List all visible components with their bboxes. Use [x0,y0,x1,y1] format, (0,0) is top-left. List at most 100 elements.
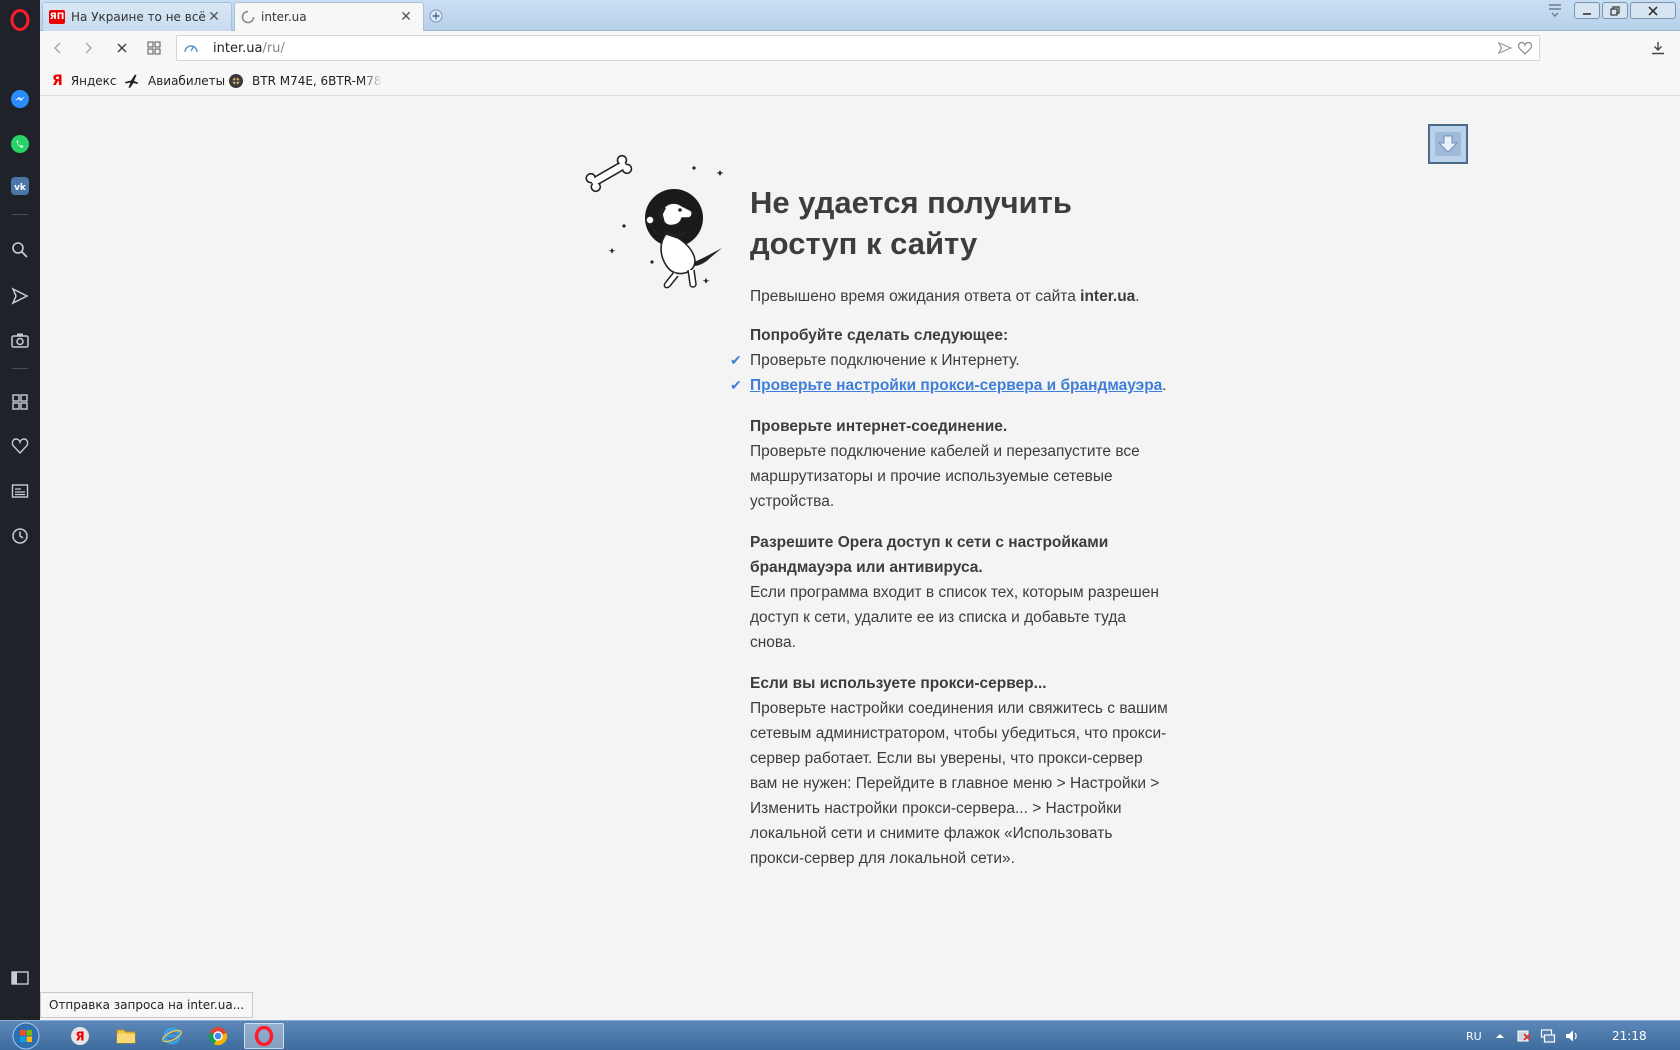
tab-menu-button[interactable] [1542,0,1568,20]
opera-menu-button[interactable] [0,2,40,38]
action-center-icon[interactable] [1516,1028,1532,1044]
downloads-button[interactable] [1646,37,1670,59]
svg-text:Я: Я [75,1030,84,1044]
url-host: inter.ua [213,40,263,56]
tab-strip: ЯП На Украине то не всё так ✕ inter.ua ✕ [40,0,1680,31]
heart-icon[interactable] [0,428,40,464]
section-title: Если вы используете прокси-сервер... [750,675,1047,692]
taskbar-explorer-button[interactable] [106,1023,146,1049]
page-content: Не удается получить доступ к сайту Превы… [40,96,1680,1020]
vk-icon[interactable]: vk [0,168,40,204]
bookmark-yandex[interactable]: Я Яндекс [52,71,117,91]
section-body: Проверьте настройки соединения или свяжи… [750,700,1168,867]
bookmark-btr[interactable]: BTR M74E, 6BTR-M78 [228,71,408,91]
windows-taskbar: Я RU 21:18 [0,1020,1680,1050]
svg-text:vk: vk [14,183,27,193]
bookmark-label: Яндекс [70,74,117,88]
forward-arrow-icon [85,42,93,54]
loading-spinner-icon [241,10,255,24]
section-body: Проверьте подключение кабелей и перезапу… [750,443,1140,510]
taskbar-ie-button[interactable] [152,1023,192,1049]
yandex-browser-icon: Я [71,1027,89,1045]
address-bar[interactable]: inter.ua/ru/ [176,35,1540,61]
back-arrow-icon [53,42,61,54]
new-tab-button[interactable] [426,6,446,26]
tray-area [1494,1021,1580,1050]
volume-icon[interactable] [1564,1028,1580,1044]
section-body: Если программа входит в список тех, кото… [750,584,1159,651]
whatsapp-icon[interactable] [0,126,40,162]
address-toolbar: inter.ua/ru/ [40,31,1680,65]
section-title: Проверьте интернет-соединение. [750,418,1008,435]
folder-icon [116,1029,136,1044]
bookmark-heart-icon[interactable] [1517,41,1533,55]
history-icon[interactable] [0,518,40,554]
taskbar-yandex-button[interactable]: Я [60,1023,100,1049]
plane-icon [125,74,138,88]
forward-button[interactable] [76,37,100,59]
tank-icon [229,74,243,88]
bookmark-aviabilety[interactable]: Авиабилеты [124,71,225,91]
speed-dial-icon[interactable] [0,384,40,420]
opera-sidebar: vk [0,0,40,1020]
tab-title: На Украине то не всё так [71,10,207,24]
tab-ukraine[interactable]: ЯП На Украине то не всё так ✕ [42,2,232,31]
tab-inter-ua[interactable]: inter.ua ✕ [234,2,424,31]
language-indicator[interactable]: RU [1466,1021,1482,1050]
back-button[interactable] [46,37,70,59]
send-page-icon[interactable] [1497,41,1513,55]
close-icon[interactable]: ✕ [207,9,221,25]
send-icon[interactable] [0,278,40,314]
error-content: Не удается получить доступ к сайту Превы… [730,182,1170,871]
suggestion-item: ✔ Проверьте настройки прокси-сервера и б… [730,373,1170,398]
floating-download-button[interactable] [1428,124,1468,164]
bone-shape [585,154,633,193]
speedometer-icon [184,45,198,53]
tab-title: inter.ua [261,10,307,24]
minimize-button[interactable] [1574,2,1600,19]
sidebar-toggle-icon[interactable] [0,960,40,996]
download-arrow-icon [1435,132,1461,156]
bookmark-label: Авиабилеты [148,74,226,88]
section-title: Разрешите Opera доступ к сети с настройк… [750,534,1109,576]
windows-start-icon [12,1022,40,1050]
close-icon[interactable]: ✕ [399,9,413,25]
stop-icon [117,43,127,53]
news-icon[interactable] [0,473,40,509]
minimize-icon [1583,12,1591,15]
close-window-button[interactable] [1630,2,1676,19]
space-dog-illustration [585,154,724,289]
network-icon[interactable] [1540,1028,1556,1044]
plus-icon [429,9,443,23]
show-hidden-icons-icon[interactable] [1494,1031,1506,1041]
status-bar: Отправка запроса на inter.ua... [40,992,254,1018]
taskbar-chrome-button[interactable] [198,1023,238,1049]
error-title: Не удается получить доступ к сайту [750,185,1072,261]
clock[interactable]: 21:18 [1612,1021,1647,1050]
taskbar-opera-button[interactable] [244,1023,284,1049]
speed-dial-button[interactable] [142,37,166,59]
bookmark-label: BTR M74E, 6BTR-M78 [252,74,382,88]
checkmark-icon: ✔ [730,377,742,393]
stop-button[interactable] [110,37,134,59]
internet-explorer-icon [162,1027,182,1045]
tab-menu-icon [1549,4,1561,17]
restore-button[interactable] [1602,2,1628,19]
messenger-icon[interactable] [0,81,40,117]
suggestion-item: ✔ Проверьте подключение к Интернету. [730,348,1170,373]
url-path: /ru/ [262,40,285,56]
timeout-message: Превышено время ожидания ответа от сайта… [750,288,1140,305]
close-icon [1648,5,1658,16]
yandex-favicon-icon: ЯП [49,10,65,24]
opera-icon [254,1026,274,1046]
chrome-icon [208,1027,228,1046]
bookmarks-bar: Я Яндекс Авиабилеты BTR M74E, 6BTR-M78 [40,65,1680,96]
yandex-icon: Я [52,73,63,89]
proxy-settings-link[interactable]: Проверьте настройки прокси-сервера и бра… [750,377,1162,394]
camera-icon[interactable] [0,322,40,358]
opera-logo-icon [10,9,30,31]
start-button[interactable] [6,1022,46,1050]
download-icon [1652,42,1664,55]
timeout-host: inter.ua [1080,288,1136,305]
search-icon[interactable] [0,232,40,268]
